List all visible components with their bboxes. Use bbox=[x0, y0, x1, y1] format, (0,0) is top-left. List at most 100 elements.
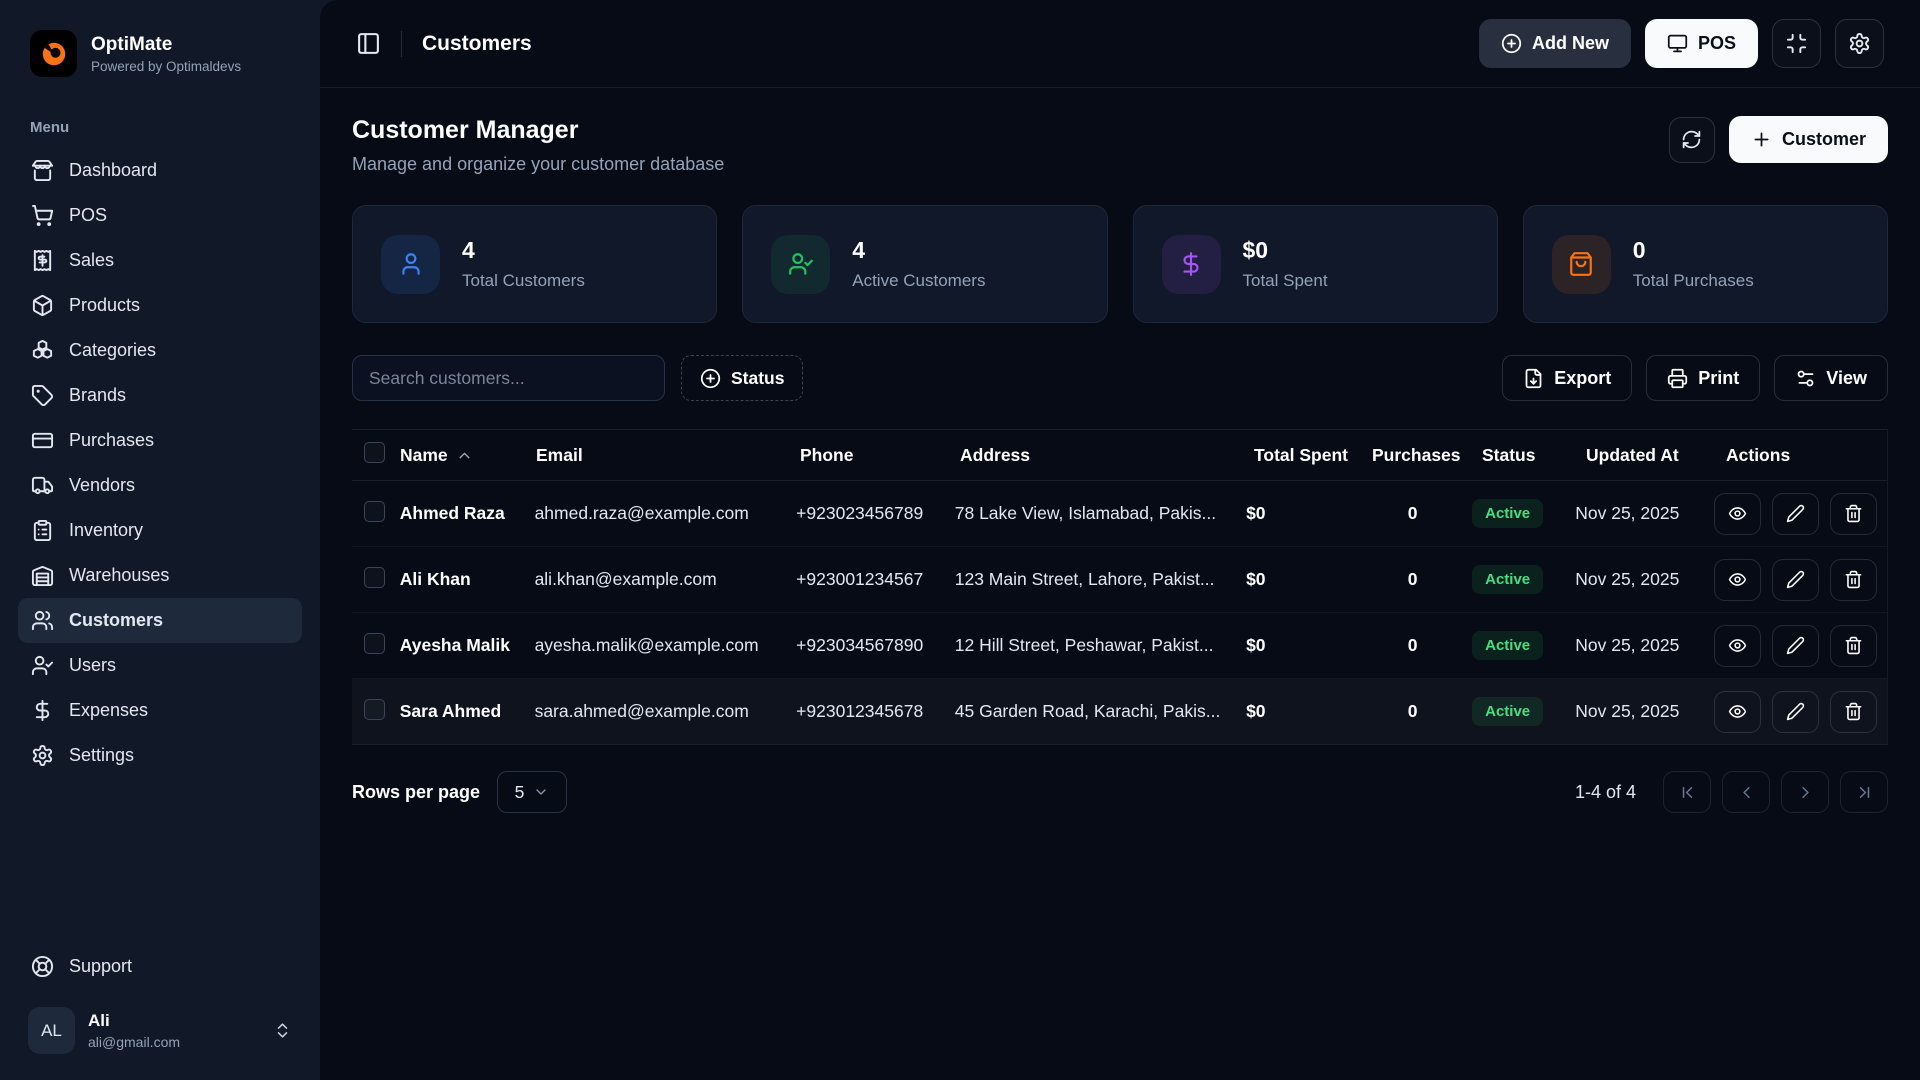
eye-icon bbox=[1728, 504, 1747, 523]
user-email: ali@gmail.com bbox=[88, 1034, 180, 1050]
sidebar-item-settings[interactable]: Settings bbox=[18, 733, 302, 778]
edit-row-button[interactable] bbox=[1772, 691, 1819, 733]
sidebar-item-vendors[interactable]: Vendors bbox=[18, 463, 302, 508]
select-all-checkbox[interactable] bbox=[364, 442, 385, 463]
customer-email: ahmed.raza@example.com bbox=[535, 503, 797, 524]
sidebar-item-categories[interactable]: Categories bbox=[18, 328, 302, 373]
clipboard-icon bbox=[31, 519, 54, 542]
first-page-button[interactable] bbox=[1663, 771, 1711, 813]
sidebar-item-support[interactable]: Support bbox=[18, 944, 302, 989]
customer-name: Ahmed Raza bbox=[400, 503, 535, 524]
customer-address: 45 Garden Road, Karachi, Pakis... bbox=[955, 701, 1246, 722]
sidebar-item-brands[interactable]: Brands bbox=[18, 373, 302, 418]
trash-icon bbox=[1844, 570, 1863, 589]
status-filter-button[interactable]: Status bbox=[681, 355, 803, 401]
rows-per-page-select[interactable]: 5 bbox=[497, 771, 567, 813]
minimize-icon bbox=[1785, 32, 1808, 55]
table-row[interactable]: Ali Khan ali.khan@example.com +923001234… bbox=[352, 547, 1887, 613]
menu-section-label: Menu bbox=[0, 83, 320, 148]
export-button[interactable]: Export bbox=[1502, 355, 1632, 401]
sidebar-item-label: Inventory bbox=[69, 520, 143, 541]
delete-row-button[interactable] bbox=[1830, 625, 1877, 667]
sidebar-item-sales[interactable]: Sales bbox=[18, 238, 302, 283]
table-header-row: Name Email Phone Address Total Spent Pur… bbox=[352, 429, 1887, 481]
previous-page-button[interactable] bbox=[1722, 771, 1770, 813]
sidebar-item-label: Settings bbox=[69, 745, 134, 766]
edit-row-button[interactable] bbox=[1772, 559, 1819, 601]
delete-row-button[interactable] bbox=[1830, 493, 1877, 535]
sidebar-item-pos[interactable]: POS bbox=[18, 193, 302, 238]
table-row[interactable]: Sara Ahmed sara.ahmed@example.com +92301… bbox=[352, 679, 1887, 745]
sidebar-item-label: Dashboard bbox=[69, 160, 157, 181]
table-row[interactable]: Ayesha Malik ayesha.malik@example.com +9… bbox=[352, 613, 1887, 679]
print-button[interactable]: Print bbox=[1646, 355, 1760, 401]
sidebar-item-products[interactable]: Products bbox=[18, 283, 302, 328]
column-header-actions: Actions bbox=[1726, 445, 1887, 466]
pos-button[interactable]: POS bbox=[1645, 19, 1758, 68]
customer-updated-at: Nov 25, 2025 bbox=[1575, 701, 1714, 722]
sidebar-item-expenses[interactable]: Expenses bbox=[18, 688, 302, 733]
user-icon bbox=[381, 235, 440, 294]
view-row-button[interactable] bbox=[1714, 559, 1761, 601]
user-check-icon bbox=[31, 654, 54, 677]
view-row-button[interactable] bbox=[1714, 625, 1761, 667]
chevron-last-icon bbox=[1855, 783, 1874, 802]
eye-icon bbox=[1728, 570, 1747, 589]
customer-email: ayesha.malik@example.com bbox=[535, 635, 797, 656]
search-input[interactable] bbox=[352, 355, 665, 401]
table-row[interactable]: Ahmed Raza ahmed.raza@example.com +92302… bbox=[352, 481, 1887, 547]
printer-icon bbox=[1667, 368, 1688, 389]
view-row-button[interactable] bbox=[1714, 691, 1761, 733]
tag-icon bbox=[31, 384, 54, 407]
minimize-button[interactable] bbox=[1772, 19, 1821, 68]
customer-updated-at: Nov 25, 2025 bbox=[1575, 569, 1714, 590]
file-down-icon bbox=[1523, 368, 1544, 389]
last-page-button[interactable] bbox=[1840, 771, 1888, 813]
customer-total-spent: $0 bbox=[1246, 701, 1363, 722]
view-button[interactable]: View bbox=[1774, 355, 1888, 401]
stat-label: Total Spent bbox=[1243, 271, 1328, 291]
sidebar-item-customers[interactable]: Customers bbox=[18, 598, 302, 643]
plus-circle-icon bbox=[1501, 33, 1522, 54]
sidebar-item-warehouses[interactable]: Warehouses bbox=[18, 553, 302, 598]
refresh-button[interactable] bbox=[1669, 117, 1715, 163]
row-checkbox[interactable] bbox=[364, 501, 385, 522]
chevron-left-icon bbox=[1737, 783, 1756, 802]
sidebar-item-label: Vendors bbox=[69, 475, 135, 496]
stat-value: 0 bbox=[1633, 237, 1754, 264]
divider bbox=[401, 31, 402, 57]
customer-phone: +923001234567 bbox=[796, 569, 955, 590]
edit-row-button[interactable] bbox=[1772, 625, 1819, 667]
add-customer-label: Customer bbox=[1782, 129, 1866, 150]
column-header-total-spent: Total Spent bbox=[1254, 445, 1372, 466]
sidebar-item-label: Sales bbox=[69, 250, 114, 271]
sidebar-item-label: POS bbox=[69, 205, 107, 226]
user-menu[interactable]: AL Ali ali@gmail.com bbox=[18, 1001, 302, 1060]
customer-total-spent: $0 bbox=[1246, 569, 1363, 590]
row-checkbox[interactable] bbox=[364, 567, 385, 588]
shopping-bag-icon bbox=[1552, 235, 1611, 294]
sidebar-toggle-button[interactable] bbox=[356, 31, 381, 56]
next-page-button[interactable] bbox=[1781, 771, 1829, 813]
sidebar-item-dashboard[interactable]: Dashboard bbox=[18, 148, 302, 193]
edit-row-button[interactable] bbox=[1772, 493, 1819, 535]
add-new-button[interactable]: Add New bbox=[1479, 19, 1631, 68]
add-new-label: Add New bbox=[1532, 33, 1609, 54]
sidebar-item-users[interactable]: Users bbox=[18, 643, 302, 688]
stat-label: Active Customers bbox=[852, 271, 985, 291]
column-header-updated-at: Updated At bbox=[1586, 445, 1726, 466]
sidebar-item-purchases[interactable]: Purchases bbox=[18, 418, 302, 463]
row-checkbox[interactable] bbox=[364, 633, 385, 654]
column-header-name[interactable]: Name bbox=[400, 445, 536, 466]
settings-button[interactable] bbox=[1835, 19, 1884, 68]
stat-card-total-customers: 4 Total Customers bbox=[352, 205, 717, 323]
delete-row-button[interactable] bbox=[1830, 691, 1877, 733]
brand-logo-icon bbox=[30, 30, 77, 77]
delete-row-button[interactable] bbox=[1830, 559, 1877, 601]
sidebar-item-label: Users bbox=[69, 655, 116, 676]
view-row-button[interactable] bbox=[1714, 493, 1761, 535]
row-checkbox[interactable] bbox=[364, 699, 385, 720]
sidebar-item-inventory[interactable]: Inventory bbox=[18, 508, 302, 553]
add-customer-button[interactable]: Customer bbox=[1729, 116, 1888, 163]
status-badge: Active bbox=[1472, 697, 1543, 726]
